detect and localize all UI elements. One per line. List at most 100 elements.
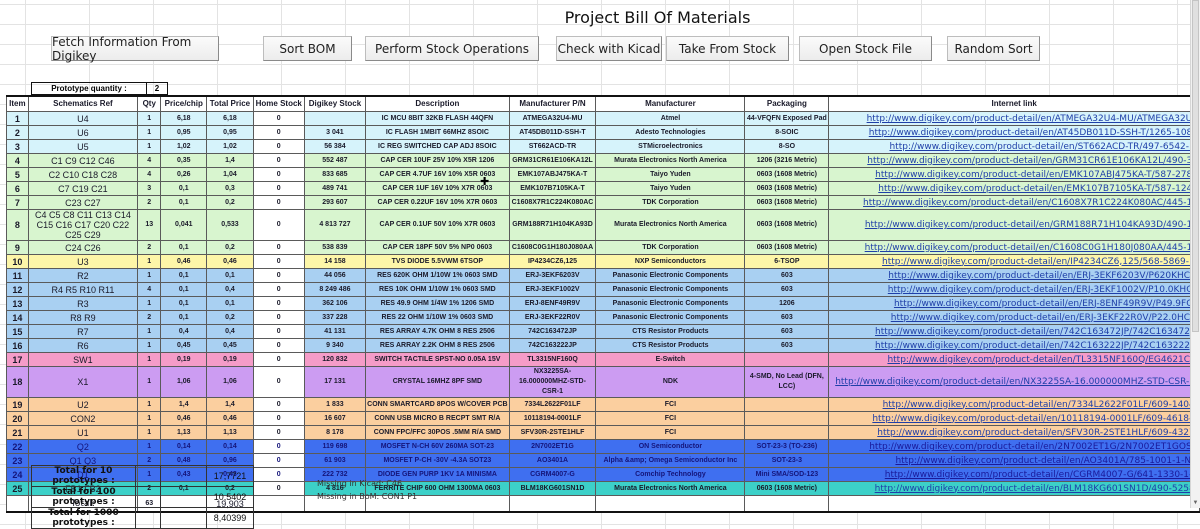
description-cell: CAP CER 18PF 50V 5% NP0 0603	[365, 240, 510, 255]
schematics-ref-cell: C7 C19 C21	[27, 181, 139, 196]
item-cell: 10	[6, 254, 29, 269]
description-cell: RES ARRAY 4.7K OHM 8 RES 2506	[365, 324, 510, 339]
open-stock-file-button[interactable]: Open Stock File	[799, 36, 932, 61]
qty-cell: 13	[137, 209, 162, 241]
internet-link[interactable]: http://www.digikey.com/product-detail/en…	[828, 282, 1200, 297]
description-cell: CONN SMARTCARD 8POS W/COVER PCB	[365, 397, 510, 412]
internet-link[interactable]: http://www.digikey.com/product-detail/en…	[828, 296, 1200, 311]
digikey-stock-cell: 552 487	[303, 153, 367, 168]
take-from-stock-button[interactable]: Take From Stock	[666, 36, 789, 61]
internet-link[interactable]: http://www.digikey.com/product-detail/en…	[828, 352, 1200, 367]
qty-cell: 4	[137, 282, 162, 297]
empty-cell	[744, 495, 830, 513]
home-stock-cell: 0	[252, 111, 305, 126]
internet-link[interactable]: http://www.digikey.com/product-detail/en…	[828, 111, 1200, 126]
home-stock-cell: 0	[252, 254, 305, 269]
packaging-cell	[744, 397, 830, 412]
internet-link[interactable]: http://www.digikey.com/product-detail/en…	[828, 153, 1200, 168]
digikey-stock-cell: 489 741	[303, 181, 367, 196]
total-price-cell: 0,533	[206, 209, 254, 241]
summary-table: Total for 10 prototypes :17,7721 Total fo…	[31, 465, 254, 529]
internet-link[interactable]: http://www.digikey.com/product-detail/en…	[828, 366, 1200, 398]
manufacturer-pn-cell: 742C163472JP	[508, 324, 597, 339]
internet-link[interactable]: http://www.digikey.com/product-detail/en…	[828, 324, 1200, 339]
prototype-quantity-value[interactable]: 2	[146, 82, 168, 95]
manufacturer-pn-cell: ERJ-8ENF49R9V	[508, 296, 597, 311]
digikey-stock-cell	[303, 111, 367, 126]
schematics-ref-cell: C1 C9 C12 C46	[27, 153, 139, 168]
item-cell: 25	[6, 481, 29, 496]
scroll-down-arrow-icon[interactable]: ▼	[1191, 500, 1200, 506]
check-kicad-button[interactable]: Check with Kicad	[556, 36, 662, 61]
description-cell: SWITCH TACTILE SPST-NO 0.05A 15V	[365, 352, 510, 367]
home-stock-cell: 0	[252, 125, 305, 140]
manufacturer-cell: Murata Electronics North America	[595, 153, 746, 168]
price-chip-cell: 0,041	[160, 209, 208, 241]
price-chip-cell: 0,1	[160, 181, 208, 196]
item-cell: 5	[6, 167, 29, 182]
empty-cell	[160, 465, 207, 487]
manufacturer-cell: Atmel	[595, 111, 746, 126]
internet-link[interactable]: http://www.digikey.com/product-detail/en…	[828, 139, 1200, 154]
internet-link[interactable]: http://www.digikey.com/product-detail/en…	[828, 254, 1200, 269]
qty-cell: 3	[137, 181, 162, 196]
prototype-quantity-label: Prototype quantity :	[31, 82, 147, 95]
internet-link[interactable]: http://www.digikey.com/product-detail/en…	[828, 125, 1200, 140]
internet-link[interactable]: http://www.digikey.com/product-detail/en…	[828, 338, 1200, 353]
bom-row: 1 U4 1 6,18 6,18 0 IC MCU 8BIT 32KB FLASH 44QF…	[6, 111, 1200, 126]
manufacturer-pn-cell: IP4234CZ6,125	[508, 254, 597, 269]
internet-link[interactable]: http://www.digikey.com/product-detail/en…	[828, 240, 1200, 255]
summary-row: Total for 1000 prototypes : 8,40399	[31, 507, 254, 529]
total-price-cell: 0,2	[206, 240, 254, 255]
internet-link[interactable]: http://www.digikey.com/product-detail/en…	[828, 181, 1200, 196]
packaging-cell: 8-SOIC	[744, 125, 830, 140]
home-stock-cell: 0	[252, 366, 305, 398]
header-row: Item Schematics Ref Qty Price/chip Total Pri…	[6, 95, 1200, 112]
internet-link[interactable]: http://www.digikey.com/product-detail/en…	[828, 481, 1200, 496]
description-cell: RES 49.9 OHM 1/4W 1% 1206 SMD	[365, 296, 510, 311]
schematics-ref-cell: R2	[27, 268, 139, 283]
digikey-stock-cell: 120 832	[303, 352, 367, 367]
internet-link[interactable]: http://www.digikey.com/product-detail/en…	[828, 439, 1200, 454]
internet-link[interactable]: http://www.digikey.com/product-detail/en…	[828, 425, 1200, 440]
item-cell: 8	[6, 209, 29, 241]
packaging-cell: 0603 (1608 Metric)	[744, 240, 830, 255]
internet-link[interactable]: http://www.digikey.com/product-detail/en…	[828, 167, 1200, 182]
sort-bom-button[interactable]: Sort BOM	[263, 36, 352, 61]
internet-link[interactable]: http://www.digikey.com/product-detail/en…	[828, 310, 1200, 325]
internet-link[interactable]: http://www.digikey.com/product-detail/en…	[828, 209, 1200, 241]
random-sort-button[interactable]: Random Sort	[947, 36, 1040, 61]
manufacturer-pn-cell: AT45DB011D-SSH-T	[508, 125, 597, 140]
internet-link[interactable]: http://www.digikey.com/product-detail/en…	[828, 453, 1200, 468]
qty-cell: 1	[137, 352, 162, 367]
scrollbar-thumb[interactable]	[1192, 0, 1199, 332]
bom-row: 19 U2 1 1,4 1,4 0 1 833 CONN SMARTCARD 8POS W/C…	[6, 397, 1200, 412]
internet-link[interactable]: http://www.digikey.com/product-detail/en…	[828, 397, 1200, 412]
manufacturer-pn-cell: GRM188R71H104KA93D	[508, 209, 597, 241]
empty-cell	[160, 507, 207, 529]
vertical-scrollbar[interactable]: ▼	[1190, 0, 1200, 508]
qty-cell: 1	[137, 397, 162, 412]
home-stock-cell: 0	[252, 411, 305, 426]
price-chip-cell: 6,18	[160, 111, 208, 126]
total-price-cell: 0,4	[206, 282, 254, 297]
total-price-cell: 1,13	[206, 425, 254, 440]
internet-link[interactable]: http://www.digikey.com/product-detail/en…	[828, 268, 1200, 283]
internet-link[interactable]: http://www.digikey.com/product-detail/en…	[828, 467, 1200, 482]
home-stock-cell: 0	[252, 310, 305, 325]
manufacturer-pn-cell: ST662ACD-TR	[508, 139, 597, 154]
home-stock-cell: 0	[252, 296, 305, 311]
internet-link[interactable]: http://www.digikey.com/product-detail/en…	[828, 195, 1200, 210]
digikey-stock-cell: 9 340	[303, 338, 367, 353]
qty-cell: 1	[137, 296, 162, 311]
stock-operations-button[interactable]: Perform Stock Operations	[365, 36, 539, 61]
bom-row: 4 C1 C9 C12 C46 4 0,35 1,4 0 552 487 CAP CER 10…	[6, 153, 1200, 168]
qty-cell: 1	[137, 324, 162, 339]
digikey-stock-cell: 8 178	[303, 425, 367, 440]
packaging-cell: 603	[744, 282, 830, 297]
packaging-cell: 603	[744, 268, 830, 283]
total-price-cell: 0,95	[206, 125, 254, 140]
qty-cell: 1	[137, 139, 162, 154]
fetch-digikey-button[interactable]: Fetch Information From Digikey	[51, 35, 219, 63]
internet-link[interactable]: http://www.digikey.com/product-detail/en…	[828, 411, 1200, 426]
